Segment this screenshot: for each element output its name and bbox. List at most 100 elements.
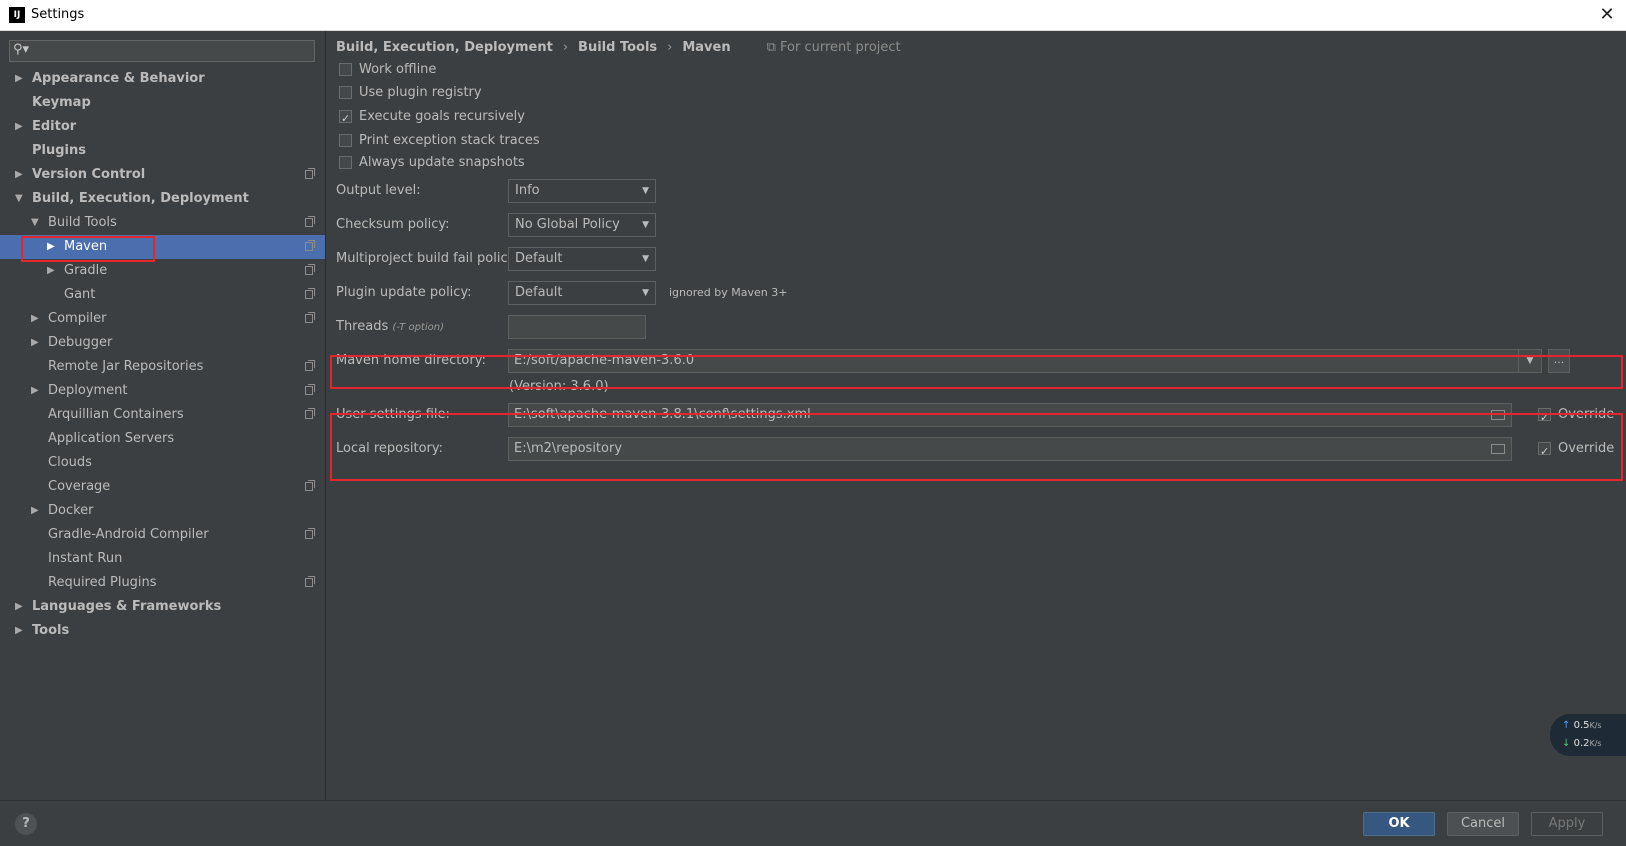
sidebar-item-gradle-android-compiler[interactable]: Gradle-Android Compiler [0, 523, 325, 547]
sidebar-item-label: Build Tools [48, 215, 117, 230]
sidebar-item-label: Keymap [32, 95, 91, 110]
sidebar-item-deployment[interactable]: ▶ Deployment [0, 379, 325, 403]
checkbox[interactable] [339, 108, 352, 130]
cancel-button[interactable]: Cancel [1447, 812, 1519, 836]
checkbox-label: Use plugin registry [359, 85, 482, 100]
threads-input[interactable] [508, 315, 646, 339]
chevron-down-icon[interactable]: ▼ [31, 211, 43, 235]
sidebar-item-clouds[interactable]: Clouds [0, 451, 325, 475]
search-input[interactable]: ⚲▾ [9, 40, 315, 62]
settings-files-highlight-box [330, 413, 1623, 481]
sidebar-item-label: Debugger [48, 335, 113, 350]
sidebar-item-gant[interactable]: Gant [0, 283, 325, 307]
ok-button[interactable]: OK [1363, 812, 1435, 836]
sidebar-item-label: Application Servers [48, 431, 175, 446]
chevron-right-icon[interactable]: ▶ [15, 115, 27, 139]
window-title: Settings [31, 7, 85, 22]
copy-icon: ⧉ [766, 40, 776, 55]
project-level-icon [305, 384, 315, 395]
project-level-icon [305, 312, 315, 323]
breadcrumb-separator: › [562, 40, 569, 55]
sidebar-item-required-plugins[interactable]: Required Plugins [0, 571, 325, 595]
chevron-right-icon[interactable]: ▶ [15, 595, 27, 619]
chevron-down-icon: ▼ [642, 186, 649, 196]
sidebar-item-languages-frameworks[interactable]: ▶ Languages & Frameworks [0, 595, 325, 619]
sidebar-item-appearance-behavior[interactable]: ▶ Appearance & Behavior [0, 67, 325, 91]
execute-goals-recursively-option[interactable]: Execute goals recursively [339, 106, 525, 130]
chevron-right-icon[interactable]: ▶ [31, 379, 43, 403]
sidebar-item-version-control[interactable]: ▶ Version Control [0, 163, 325, 187]
checkbox[interactable] [339, 63, 352, 76]
network-speed-widget: ↑ 0.5K/s ↓ 0.2K/s [1550, 714, 1626, 756]
sidebar-item-coverage[interactable]: Coverage [0, 475, 325, 499]
checkbox[interactable] [339, 156, 352, 169]
project-level-icon [305, 576, 315, 587]
work-offline-option[interactable]: Work offline [339, 59, 436, 81]
help-button[interactable]: ? [15, 813, 37, 835]
project-level-icon [305, 360, 315, 371]
chevron-right-icon[interactable]: ▶ [31, 499, 43, 523]
sidebar-item-label: Build, Execution, Deployment [32, 191, 249, 206]
sidebar-item-compiler[interactable]: ▶ Compiler [0, 307, 325, 331]
chevron-right-icon[interactable]: ▶ [15, 67, 27, 91]
download-speed: 0.2 [1573, 738, 1590, 749]
chevron-right-icon[interactable]: ▶ [15, 619, 27, 643]
sidebar-item-keymap[interactable]: Keymap [0, 91, 325, 115]
dialog-footer: ? OK Cancel Apply [0, 800, 1626, 846]
sidebar-item-label: Languages & Frameworks [32, 599, 222, 614]
project-level-icon [305, 528, 315, 539]
sidebar-item-label: Gant [64, 287, 96, 302]
plugin-update-policy-label: Plugin update policy: [336, 285, 472, 300]
project-level-icon [305, 168, 315, 179]
search-icon: ⚲▾ [13, 42, 30, 57]
project-level-icon [305, 288, 315, 299]
sidebar-item-label: Deployment [48, 383, 128, 398]
output-level-select[interactable]: Info ▼ [508, 179, 656, 203]
sidebar-item-label: Gradle [64, 263, 108, 278]
chevron-right-icon[interactable]: ▶ [31, 331, 43, 355]
sidebar-item-arquillian-containers[interactable]: Arquillian Containers [0, 403, 325, 427]
chevron-right-icon[interactable]: ▶ [15, 163, 27, 187]
project-level-icon [305, 216, 315, 227]
sidebar-item-tools[interactable]: ▶ Tools [0, 619, 325, 643]
speed-unit: K/s [1589, 721, 1602, 730]
arrow-down-icon: ↓ [1562, 738, 1571, 749]
breadcrumb: Build, Execution, Deployment › Build Tools… [336, 40, 901, 55]
plugin-update-policy-select[interactable]: Default ▼ [508, 281, 656, 305]
sidebar-item-label: Remote Jar Repositories [48, 359, 204, 374]
close-icon[interactable]: ✕ [1596, 4, 1618, 26]
breadcrumb-item-build-tools: Build Tools [578, 40, 658, 55]
apply-button[interactable]: Apply [1531, 812, 1603, 836]
sidebar-item-label: Version Control [32, 167, 146, 182]
sidebar-item-label: Arquillian Containers [48, 407, 184, 422]
project-level-icon [305, 264, 315, 275]
chevron-down-icon[interactable]: ▼ [15, 187, 27, 211]
multiproject-policy-label: Multiproject build fail policy: [336, 251, 519, 266]
checkbox[interactable] [339, 86, 352, 99]
sidebar-item-instant-run[interactable]: Instant Run [0, 547, 325, 571]
sidebar-item-build-tools[interactable]: ▼ Build Tools [0, 211, 325, 235]
multiproject-policy-select[interactable]: Default ▼ [508, 247, 656, 271]
checkbox[interactable] [339, 134, 352, 147]
always-update-snapshots-option[interactable]: Always update snapshots [339, 152, 525, 174]
output-level-label: Output level: [336, 183, 421, 198]
sidebar-item-build-execution-deployment[interactable]: ▼ Build, Execution, Deployment [0, 187, 325, 211]
sidebar-item-plugins[interactable]: Plugins [0, 139, 325, 163]
chevron-right-icon[interactable]: ▶ [47, 259, 59, 283]
sidebar-item-gradle[interactable]: ▶ Gradle [0, 259, 325, 283]
sidebar-item-label: Compiler [48, 311, 107, 326]
settings-sidebar: ⚲▾ ▶ Appearance & Behavior Keymap ▶ Editor Pl… [0, 31, 326, 800]
sidebar-item-docker[interactable]: ▶ Docker [0, 499, 325, 523]
chevron-down-icon: ▼ [642, 220, 649, 230]
sidebar-item-editor[interactable]: ▶ Editor [0, 115, 325, 139]
use-plugin-registry-option[interactable]: Use plugin registry [339, 82, 482, 104]
sidebar-item-application-servers[interactable]: Application Servers [0, 427, 325, 451]
sidebar-item-label: Tools [32, 623, 70, 638]
chevron-right-icon[interactable]: ▶ [31, 307, 43, 331]
multiproject-policy-value: Default [515, 251, 563, 266]
sidebar-item-label: Editor [32, 119, 77, 134]
sidebar-item-remote-jar-repositories[interactable]: Remote Jar Repositories [0, 355, 325, 379]
checksum-policy-select[interactable]: No Global Policy ▼ [508, 213, 656, 237]
sidebar-item-debugger[interactable]: ▶ Debugger [0, 331, 325, 355]
print-exception-stack-traces-option[interactable]: Print exception stack traces [339, 130, 540, 152]
